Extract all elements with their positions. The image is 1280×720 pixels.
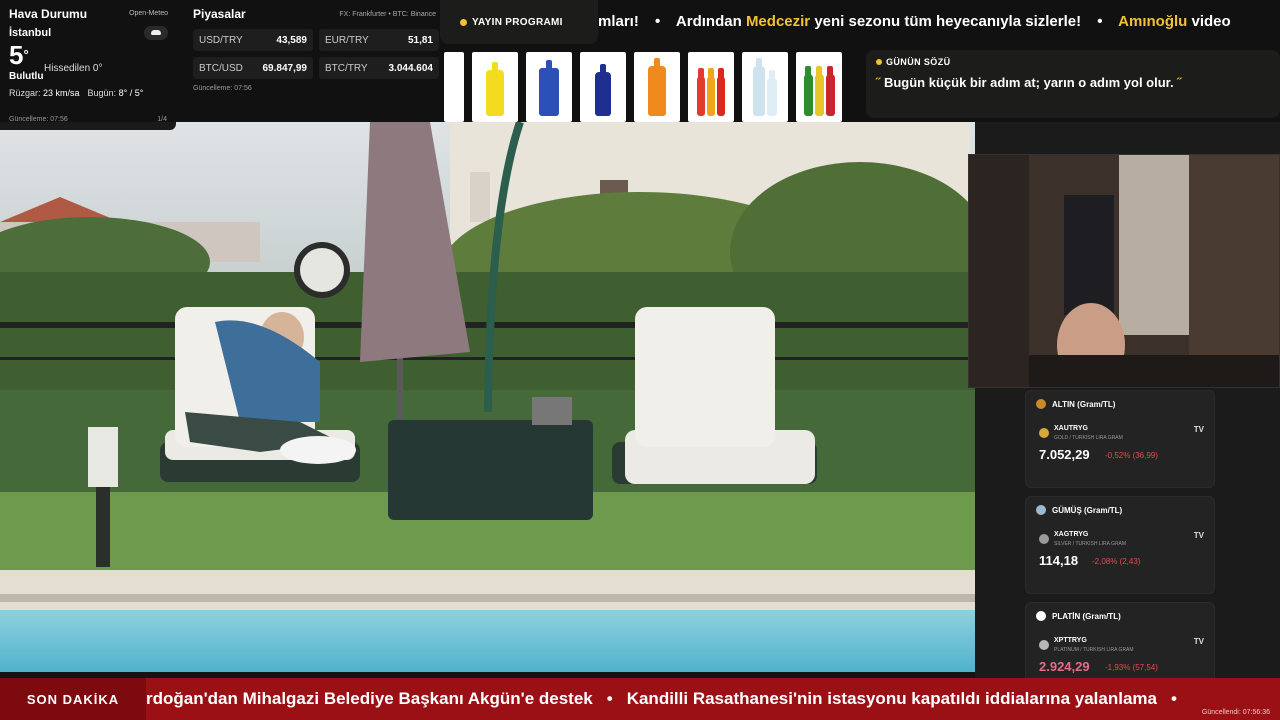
gold-coin-icon: [1039, 428, 1049, 438]
today-label: Bugün:: [87, 88, 117, 98]
metal-title: GÜMÜŞ (Gram/TL): [1052, 505, 1123, 515]
metal-price: 2.924,29: [1039, 659, 1090, 674]
breaking-news-bar: SON DAKİKA rdoğan'dan Mihalgazi Belediye…: [0, 678, 1280, 720]
metal-change: -0,52% (36,99): [1105, 451, 1158, 460]
webcam-feed: [968, 154, 1280, 388]
metal-card-gold[interactable]: ALTIN (Gram/TL) XAUTRYG GOLD / TURKISH L…: [1025, 390, 1215, 488]
rate-value: 69.847,99: [262, 62, 308, 74]
rate-eur-try: EUR/TRY 51,81: [319, 29, 439, 51]
today-value: 8° / 5°: [118, 88, 144, 98]
silver-coin-icon: [1039, 534, 1049, 544]
rates-grid: USD/TRY 43,589 EUR/TRY 51,81 BTC/USD 69.847…: [193, 29, 439, 79]
weather-widget: Hava Durumu Open-Meteo İstanbul 5° Hisse…: [0, 0, 176, 130]
quote-of-the-day: GÜNÜN SÖZÜ ˝ Bugün küçük bir adım at; ya…: [866, 50, 1280, 118]
metal-symbol: XAGTRYG: [1054, 531, 1089, 538]
live-dot-icon: [460, 18, 467, 26]
product-tile: [580, 52, 626, 122]
markets-updated: Güncelleme: 07:56: [193, 85, 252, 92]
ticker-text: yeni sezonu tüm heyecanıyla sizlerle!: [814, 13, 1082, 30]
today-info: Bugün: 8° / 5°: [88, 88, 144, 98]
breaking-item: rdoğan'dan Mihalgazi Belediye Başkanı Ak…: [146, 689, 593, 708]
ticker-separator: •: [655, 13, 661, 30]
weather-page-indicator: 1/4: [157, 116, 167, 123]
temperature-value: 5: [9, 40, 24, 70]
quote-heading-text: GÜNÜN SÖZÜ: [886, 57, 951, 67]
product-tile: [742, 52, 788, 122]
metal-description: GOLD / TURKISH LIRA GRAM: [1054, 435, 1123, 441]
product-tile: [444, 52, 464, 122]
ticker-separator: •: [1097, 13, 1103, 30]
metal-price: 114,18: [1039, 553, 1079, 568]
rate-usd-try: USD/TRY 43,589: [193, 29, 313, 51]
rate-value: 51,81: [407, 34, 433, 46]
wind-label: Rüzgar:: [9, 88, 41, 98]
ticker-text: Ardından: [675, 13, 742, 30]
quote-heading: GÜNÜN SÖZÜ: [876, 57, 1270, 67]
quote-close-mark: ˝: [1177, 75, 1182, 90]
quote-text: ˝ Bugün küçük bir adım at; yarın o adım …: [876, 75, 1270, 90]
markets-source: FX: Frankfurter • BTC: Binance: [339, 11, 436, 18]
product-tile: [688, 52, 734, 122]
wind-value: 23 km/sa: [43, 88, 80, 98]
breaking-separator: •: [606, 689, 613, 708]
metal-title: ALTIN (Gram/TL): [1052, 399, 1116, 409]
breaking-separator: •: [1170, 689, 1177, 708]
product-tile: [634, 52, 680, 122]
rate-symbol: BTC/TRY: [325, 62, 368, 74]
tradingview-icon[interactable]: TV: [1194, 425, 1204, 434]
breaking-ticker: rdoğan'dan Mihalgazi Belediye Başkanı Ak…: [146, 678, 1280, 720]
cloud-icon: [144, 26, 168, 40]
metal-symbol: XAUTRYG: [1054, 425, 1088, 432]
rate-btc-try: BTC/TRY 3.044.604: [319, 57, 439, 79]
ticker-highlight: Amınoğlu: [1118, 13, 1188, 30]
rate-value: 3.044.604: [388, 62, 434, 74]
silver-medal-icon: [1036, 505, 1046, 515]
product-tile: [526, 52, 572, 122]
metal-description: SILVER / TURKISH LIRA GRAM: [1054, 541, 1127, 547]
metal-description: PLATINUM / TURKISH LIRA GRAM: [1054, 647, 1134, 653]
tradingview-icon[interactable]: TV: [1194, 637, 1204, 646]
stream-overlay: ALTIN (Gram/TL) XAUTRYG GOLD / TURKISH L…: [0, 0, 1280, 720]
dot-icon: [876, 59, 882, 65]
weather-details: Rüzgar: 23 km/sa Bugün: 8° / 5°: [9, 88, 167, 98]
sponsor-products: [444, 52, 856, 122]
markets-widget: Piyasalar FX: Frankfurter • BTC: Binance…: [184, 0, 440, 100]
product-tile: [472, 52, 518, 122]
metal-price: 7.052,29: [1039, 447, 1090, 462]
wind-info: Rüzgar: 23 km/sa: [9, 88, 80, 98]
weather-feels-like: Hissedilen 0°: [44, 63, 103, 74]
rate-btc-usd: BTC/USD 69.847,99: [193, 57, 313, 79]
rate-symbol: USD/TRY: [199, 34, 243, 46]
temperature-unit: °: [23, 47, 29, 62]
rate-value: 43,589: [276, 34, 307, 46]
breaking-label: SON DAKİKA: [0, 678, 146, 720]
weather-source: Open-Meteo: [129, 10, 168, 17]
metal-prices: ALTIN (Gram/TL) XAUTRYG GOLD / TURKISH L…: [1025, 390, 1215, 700]
metal-change: -2,08% (2,43): [1092, 557, 1141, 566]
gold-medal-icon: [1036, 399, 1046, 409]
product-tile: [796, 52, 842, 122]
platinum-coin-icon: [1039, 640, 1049, 650]
ticker-text: video: [1191, 13, 1231, 30]
main-video: [0, 122, 975, 672]
schedule-button[interactable]: YAYIN PROGRAMI: [440, 0, 598, 44]
top-ticker: mları! • Ardından Medcezir yeni sezonu t…: [598, 0, 1280, 44]
ticker-text: mları!: [598, 13, 639, 30]
rate-symbol: EUR/TRY: [325, 34, 369, 46]
quote-open-mark: ˝: [876, 75, 881, 90]
ticker-highlight: Medcezir: [745, 13, 811, 30]
metal-title: PLATİN (Gram/TL): [1052, 611, 1121, 621]
metal-change: -1,93% (57,54): [1105, 663, 1158, 672]
platinum-medal-icon: [1036, 611, 1046, 621]
rate-symbol: BTC/USD: [199, 62, 243, 74]
metal-card-silver[interactable]: GÜMÜŞ (Gram/TL) XAGTRYG SILVER / TURKISH…: [1025, 496, 1215, 594]
breaking-item: Kandilli Rasathanesi'nin istasyonu kapat…: [626, 689, 1157, 708]
schedule-label: YAYIN PROGRAMI: [472, 16, 563, 28]
tradingview-icon[interactable]: TV: [1194, 531, 1204, 540]
quote-body: Bugün küçük bir adım at; yarın o adım yo…: [883, 75, 1174, 90]
weather-updated: Güncelleme: 07:56: [9, 116, 68, 123]
metal-symbol: XPTTRYG: [1054, 637, 1087, 644]
breaking-updated: Güncellendi: 07:56:36: [1201, 709, 1270, 716]
